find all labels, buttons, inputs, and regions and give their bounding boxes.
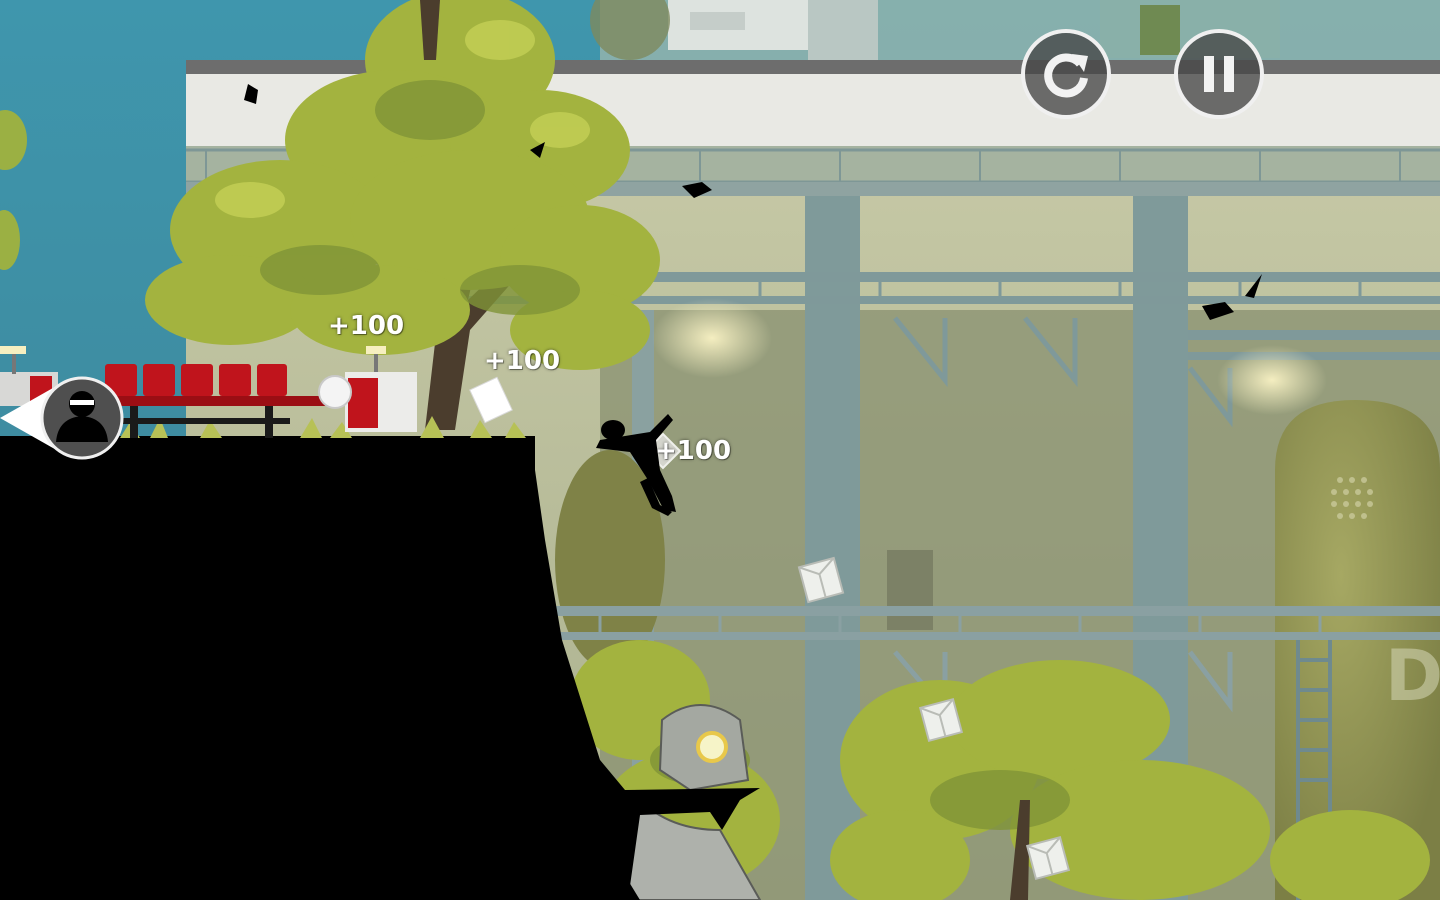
hunter-indicator [0, 376, 126, 460]
game-scene: D +100 +100 +100 [0, 0, 1440, 900]
wall-marking-letter: D [1385, 635, 1440, 717]
restart-icon [1044, 53, 1088, 98]
rooftop-structures [590, 0, 1440, 60]
pause-button[interactable] [1174, 29, 1264, 119]
hunter-indicator-icon [0, 376, 124, 460]
score-popup: +100 [655, 436, 732, 466]
score-popup: +100 [484, 346, 561, 376]
pause-icon [1204, 56, 1234, 92]
score-popup: +100 [328, 311, 405, 341]
restart-button[interactable] [1021, 29, 1111, 119]
